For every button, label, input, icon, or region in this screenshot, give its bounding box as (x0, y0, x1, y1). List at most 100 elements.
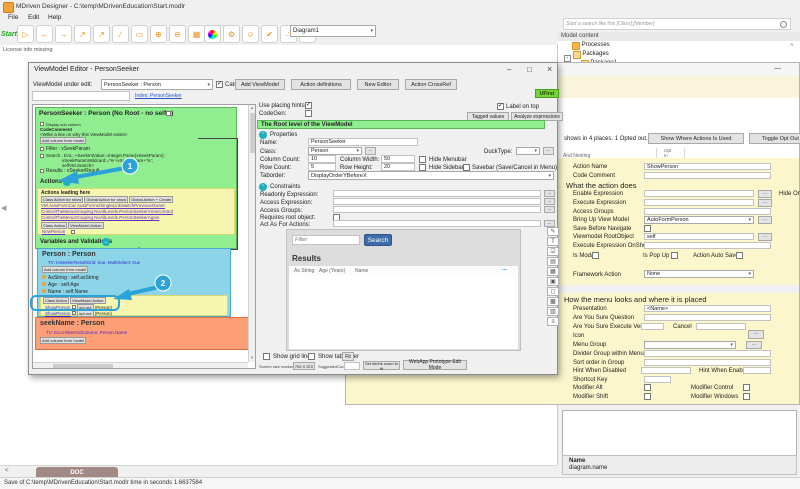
results-row[interactable]: Results : vSeekerResult (46, 168, 99, 174)
class-action-for-show-button[interactable]: Class Action for show (41, 196, 83, 203)
vm-filter-input[interactable] (32, 91, 130, 101)
preview-search-button[interactable]: Search (364, 234, 392, 246)
access-groups-input[interactable] (333, 206, 541, 213)
grid-control-icon[interactable]: ▦ (547, 267, 559, 276)
execute-expression-input[interactable] (644, 199, 754, 206)
save-grid-icon[interactable]: ▦ (188, 25, 205, 43)
grid-menu-dots[interactable]: ... (502, 266, 507, 272)
add-column-button[interactable]: Add column from model (40, 137, 86, 144)
person-card-icon[interactable]: ▣ (547, 277, 559, 286)
savebar-checkbox[interactable] (463, 164, 470, 171)
column-header-name[interactable]: Name (355, 268, 368, 274)
enable-expression-dots-button[interactable]: ... (758, 190, 772, 198)
act-as-input[interactable] (333, 220, 541, 227)
add-column-button[interactable]: Add column from model (40, 337, 86, 344)
fit-button[interactable]: Fit (342, 352, 354, 361)
global-action-create-button[interactable]: Global Action + Create (129, 196, 173, 203)
preview-filter-input[interactable] (292, 235, 360, 245)
image-control-icon[interactable]: ▩ (547, 297, 559, 306)
results-grid-body[interactable] (289, 276, 518, 349)
access-expression-dots-button[interactable]: ... (544, 198, 555, 205)
filter-row-checkbox[interactable] (40, 147, 44, 151)
modifier-control-checkbox[interactable] (743, 384, 750, 391)
action-auto-saves-checkbox[interactable] (736, 252, 743, 259)
toggle-opt-out-button[interactable]: Toggle Opt Out On Se (749, 133, 800, 144)
class-dots-button[interactable]: ... (365, 147, 376, 155)
taborder-combo[interactable]: DisplayOrderYBeforeX▾ (308, 171, 554, 180)
access-groups-dots-button[interactable]: ... (544, 206, 555, 213)
constraints-collapse-toggle[interactable]: ⌃ (259, 183, 267, 191)
access-groups-input[interactable] (644, 208, 771, 215)
menu-help[interactable]: Help (48, 14, 61, 21)
show-grid-lines-checkbox[interactable] (263, 353, 270, 360)
global-action-for-show-button[interactable]: Global Action for show (84, 196, 128, 203)
save-before-navigate-checkbox[interactable] (644, 225, 651, 232)
action-crossref-button[interactable]: Action CrossRef (405, 79, 457, 90)
webapp-prototype-button[interactable]: WebApp Prototype Edit Mode (403, 360, 467, 370)
show-person-link[interactable]: ShowPerson (45, 311, 71, 316)
canvas-back-marker[interactable]: ◀ (1, 204, 6, 212)
horizontal-scrollbar[interactable] (33, 362, 248, 369)
categ-checkbox[interactable] (216, 81, 223, 88)
scroll-up-icon[interactable]: ▲ (250, 105, 254, 110)
are-you-sure-verb-input[interactable] (641, 323, 664, 330)
viewmodel-rootobject-input[interactable] (644, 233, 754, 240)
modifier-alt-checkbox[interactable] (644, 384, 651, 391)
draw-line-icon[interactable]: ∕ (112, 25, 129, 43)
code-comment-input[interactable] (644, 172, 771, 179)
shortcut-key-input[interactable] (644, 376, 671, 383)
zoom-in-icon[interactable]: ⊕ (150, 25, 167, 43)
column-count-input[interactable] (308, 155, 336, 163)
scrollbar-thumb[interactable] (53, 364, 113, 368)
modifier-shift-checkbox[interactable] (644, 393, 651, 400)
name-input[interactable] (308, 138, 418, 146)
filter-row[interactable]: Filter : vSeekParam (46, 146, 90, 152)
viewmodel-action-button[interactable]: ViewModel Action (68, 222, 104, 229)
show-tab-order-checkbox[interactable] (308, 353, 315, 360)
show-where-actions-button[interactable]: Show Where Actions Is Used (648, 133, 744, 144)
new-editor-button[interactable]: New Editor (357, 79, 399, 90)
results-row-checkbox[interactable] (40, 169, 44, 173)
combobox-control-icon[interactable]: ▤ (547, 257, 559, 266)
modifier-windows-checkbox[interactable] (743, 393, 750, 400)
actions-collapse-toggle[interactable]: − (63, 178, 71, 186)
pointer-alt-icon[interactable]: ↗ (93, 25, 110, 43)
divider-group-input[interactable] (644, 350, 771, 357)
scroll-left-icon[interactable]: < (5, 468, 9, 474)
presentation-input[interactable] (644, 305, 771, 312)
under-edit-combo[interactable]: PersonSeeker : Person▾ (101, 79, 213, 90)
hide-sidebar-checkbox[interactable] (419, 164, 426, 171)
text-block-icon[interactable]: T (547, 237, 559, 246)
properties-collapse-toggle[interactable]: ⌃ (259, 131, 267, 139)
leading-action-link[interactable]: ControlTheMenuGrouping.NoAllLevels.Perso… (41, 215, 173, 221)
expander-icon[interactable]: + (564, 55, 571, 62)
suggested-count-input[interactable] (344, 362, 360, 370)
screen-size-value[interactable]: 792 X 572 (293, 362, 315, 370)
framework-action-combo[interactable]: None▾ (644, 270, 754, 278)
enable-expression-input[interactable] (644, 190, 754, 197)
search-row-checkbox[interactable] (40, 154, 44, 158)
close-icon[interactable]: × (547, 64, 552, 74)
vm-root-box[interactable]: PersonSeeker : Person (No Root - no self… (35, 107, 237, 249)
bring-up-dots-button[interactable]: ... (758, 216, 772, 224)
are-you-sure-question-input[interactable] (644, 314, 771, 321)
users-icon[interactable]: ☺ (242, 25, 259, 43)
column-width-input[interactable] (381, 155, 415, 163)
new-person-link[interactable]: NewPerson (42, 229, 65, 234)
class-action-button[interactable]: Class Action (41, 222, 67, 229)
nav-back-icon[interactable]: ← (36, 25, 53, 43)
person-column-row[interactable]: AsString : self.asString (42, 275, 99, 282)
menu-group-combo[interactable]: ▾ (644, 341, 736, 349)
nav-forward-icon[interactable]: → (55, 25, 72, 43)
placing-hints-checkbox[interactable] (305, 102, 312, 109)
diagram-selector[interactable]: Diagram1▾ (290, 25, 376, 37)
edit-box-icon[interactable]: ✎ (547, 227, 559, 236)
is-modal-checkbox[interactable] (592, 252, 599, 259)
person-column-row[interactable]: Age : self.Age (42, 282, 99, 289)
execute-expression-dots-button[interactable]: ... (758, 199, 772, 207)
vm-seekname-box[interactable]: seekName : Person TV: Eco.HiliteGridColu… (35, 317, 249, 350)
variables-collapse-toggle[interactable]: ⌄ (102, 238, 110, 246)
model-search-box[interactable]: Start a search like this [Class];[Member… (563, 18, 791, 30)
sort-order-input[interactable] (644, 359, 771, 366)
minimize-icon[interactable]: — (774, 65, 781, 72)
